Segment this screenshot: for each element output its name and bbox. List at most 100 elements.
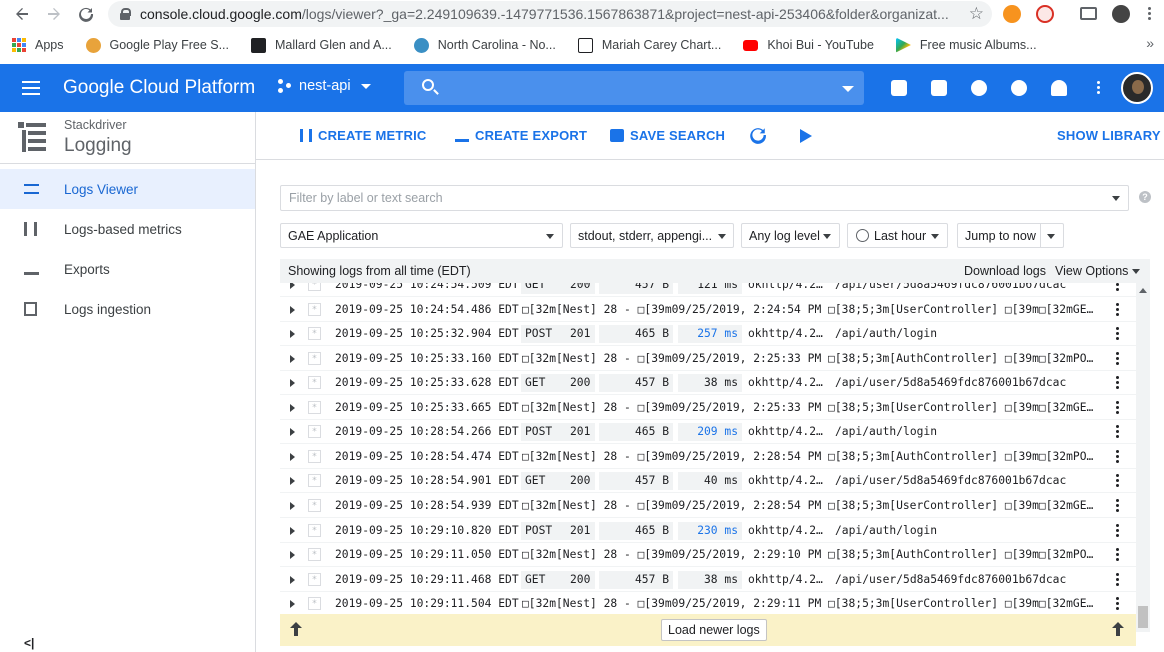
- log-row[interactable]: * 2019-09-25 10:28:54.901 EDT GET 200 457 B 4…: [280, 469, 1136, 494]
- expand-row-icon[interactable]: [290, 452, 295, 461]
- search-bar[interactable]: [404, 71, 864, 105]
- sidebar-item-logs-ingestion[interactable]: Logs ingestion: [0, 289, 255, 329]
- arrow-up-icon[interactable]: [290, 622, 302, 639]
- row-menu-icon[interactable]: [1116, 283, 1119, 292]
- log-row[interactable]: * 2019-09-25 10:28:54.939 EDT □[32m[Nest] …: [280, 494, 1136, 518]
- search-expand-icon[interactable]: [842, 86, 854, 92]
- create-export-button[interactable]: CREATE EXPORT: [455, 128, 587, 143]
- chevron-down-icon[interactable]: [1112, 196, 1120, 201]
- resource-select[interactable]: GAE Application: [280, 223, 563, 248]
- expand-row-icon[interactable]: [290, 526, 295, 535]
- time-range-select[interactable]: Last hour: [847, 223, 948, 248]
- row-menu-icon[interactable]: [1116, 523, 1119, 538]
- filter-input[interactable]: Filter by label or text search: [280, 185, 1129, 211]
- more-vert-icon[interactable]: [1097, 81, 1100, 95]
- account-avatar[interactable]: [1121, 72, 1153, 104]
- expand-row-icon[interactable]: [290, 551, 295, 560]
- expand-row-icon[interactable]: [290, 428, 295, 437]
- stream-logs-button[interactable]: [800, 129, 812, 143]
- bookmark-mariah-carey[interactable]: Mariah Carey Chart...: [577, 37, 721, 53]
- help-icon[interactable]: [1011, 80, 1027, 96]
- log-row[interactable]: * 2019-09-25 10:29:11.050 EDT □[32m[Nest] …: [280, 543, 1136, 568]
- row-menu-icon[interactable]: [1116, 327, 1119, 341]
- gcp-title[interactable]: Google Cloud Platform: [63, 77, 255, 99]
- sidebar-item-logs-metrics[interactable]: Logs-based metrics: [0, 209, 255, 249]
- log-row[interactable]: * 2019-09-25 10:24:54.486 EDT □[32m[Nest] …: [280, 298, 1136, 322]
- log-row[interactable]: * 2019-09-25 10:28:54.266 EDT POST 201 465 B…: [280, 420, 1136, 445]
- show-library-button[interactable]: SHOW LIBRARY: [1057, 128, 1161, 143]
- address-bar[interactable]: console.cloud.google.com/logs/viewer?_ga…: [108, 1, 992, 27]
- expand-row-icon[interactable]: [290, 305, 295, 314]
- download-logs-button[interactable]: Download logs: [964, 264, 1046, 278]
- row-menu-icon[interactable]: [1116, 351, 1119, 366]
- notifications-icon[interactable]: [1051, 80, 1067, 96]
- expand-row-icon[interactable]: [290, 600, 295, 609]
- reload-button[interactable]: [70, 0, 102, 28]
- log-row[interactable]: * 2019-09-25 10:25:33.628 EDT GET 200 457 B 3…: [280, 371, 1136, 396]
- cloud-shell-icon[interactable]: [931, 80, 947, 96]
- row-menu-icon[interactable]: [1116, 498, 1119, 513]
- expand-row-icon[interactable]: [290, 575, 295, 584]
- bookmark-google-play[interactable]: Google Play Free S...: [85, 37, 229, 53]
- logs-select[interactable]: stdout, stderr, appengi...: [570, 223, 734, 248]
- log-row[interactable]: * 2019-09-25 10:24:54.509 EDT GET 200 457 B 1…: [280, 283, 1136, 297]
- sidebar-item-logs-viewer[interactable]: Logs Viewer: [0, 169, 255, 209]
- cast-icon[interactable]: [1080, 7, 1097, 20]
- row-menu-icon[interactable]: [1116, 548, 1119, 562]
- view-options-button[interactable]: View Options: [1055, 264, 1140, 278]
- jump-to-now-button[interactable]: Jump to now: [957, 223, 1064, 248]
- scrollbar-thumb[interactable]: [1138, 606, 1148, 628]
- log-row[interactable]: * 2019-09-25 10:25:33.665 EDT □[32m[Nest] …: [280, 396, 1136, 420]
- sidebar-item-exports[interactable]: Exports: [0, 249, 255, 289]
- load-newer-logs-button[interactable]: Load newer logs: [661, 619, 767, 641]
- log-row[interactable]: * 2019-09-25 10:29:11.504 EDT □[32m[Nest] …: [280, 592, 1136, 613]
- bookmark-apps[interactable]: Apps: [12, 38, 64, 52]
- scrollbar-track[interactable]: [1136, 283, 1150, 632]
- row-menu-icon[interactable]: [1116, 449, 1119, 464]
- log-row[interactable]: * 2019-09-25 10:29:10.820 EDT POST 201 465 B…: [280, 519, 1136, 543]
- bookmark-free-music[interactable]: Free music Albums...: [895, 37, 1037, 53]
- expand-row-icon[interactable]: [290, 477, 295, 486]
- expand-row-icon[interactable]: [290, 283, 295, 289]
- row-menu-icon[interactable]: [1116, 597, 1119, 611]
- expand-row-icon[interactable]: [290, 354, 295, 363]
- log-row[interactable]: * 2019-09-25 10:25:32.904 EDT POST 201 465 B…: [280, 322, 1136, 347]
- row-menu-icon[interactable]: [1116, 425, 1119, 439]
- log-row[interactable]: * 2019-09-25 10:29:11.468 EDT GET 200 457 B 3…: [280, 568, 1136, 592]
- refresh-button[interactable]: [749, 126, 767, 144]
- gift-icon[interactable]: [891, 80, 907, 96]
- log-level-select[interactable]: Any log level: [741, 223, 840, 248]
- log-row[interactable]: * 2019-09-25 10:28:54.474 EDT □[32m[Nest] …: [280, 445, 1136, 469]
- forward-button[interactable]: [38, 0, 70, 28]
- hamburger-menu-icon[interactable]: [22, 81, 40, 95]
- chevron-down-icon[interactable]: [1047, 234, 1055, 239]
- expand-row-icon[interactable]: [290, 501, 295, 510]
- row-menu-icon[interactable]: [1116, 474, 1119, 488]
- bookmark-north-carolina[interactable]: North Carolina - No...: [413, 37, 556, 53]
- create-metric-button[interactable]: CREATE METRIC: [300, 128, 427, 143]
- profile-avatar-icon[interactable]: [1112, 5, 1130, 23]
- arrow-up-icon[interactable]: [1112, 622, 1124, 639]
- browser-menu-icon[interactable]: [1148, 7, 1151, 21]
- expand-row-icon[interactable]: [290, 403, 295, 412]
- expand-row-icon[interactable]: [290, 330, 295, 339]
- row-menu-icon[interactable]: [1116, 376, 1119, 390]
- feedback-icon[interactable]: [971, 80, 987, 96]
- row-menu-icon[interactable]: [1116, 400, 1119, 415]
- back-button[interactable]: [6, 0, 38, 28]
- bookmark-youtube[interactable]: Khoi Bui - YouTube: [743, 38, 874, 52]
- project-selector[interactable]: nest-api: [278, 78, 371, 94]
- collapse-sidebar-icon[interactable]: <|: [24, 636, 34, 650]
- bookmarks-overflow-icon[interactable]: »: [1146, 35, 1154, 51]
- save-search-button[interactable]: SAVE SEARCH: [610, 128, 725, 143]
- help-icon[interactable]: ?: [1139, 191, 1151, 203]
- bookmark-mallard-glen[interactable]: Mallard Glen and A...: [251, 37, 392, 53]
- expand-row-icon[interactable]: [290, 379, 295, 388]
- extension-badge-icon[interactable]: [1036, 5, 1054, 23]
- row-menu-icon[interactable]: [1116, 572, 1119, 587]
- bookmark-star-icon[interactable]: ☆: [969, 4, 984, 24]
- row-menu-icon[interactable]: [1116, 302, 1119, 317]
- scroll-up-icon[interactable]: [1139, 288, 1147, 293]
- log-row[interactable]: * 2019-09-25 10:25:33.160 EDT □[32m[Nest] …: [280, 347, 1136, 371]
- extension-play-icon[interactable]: [1003, 5, 1021, 23]
